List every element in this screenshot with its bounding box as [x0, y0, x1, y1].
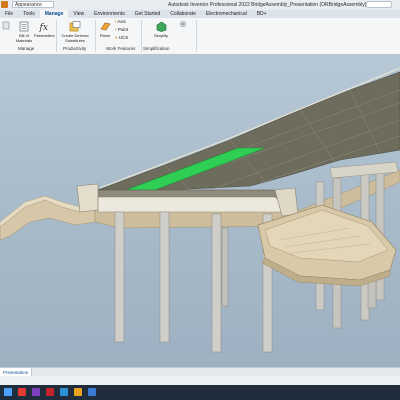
pier[interactable] [114, 211, 125, 343]
ribbon-tabs: File Tools Manage View Environments Get … [0, 10, 400, 18]
bill-of-materials-label: Bill of Materials [15, 33, 33, 43]
ribbon-panel: Bill of Materials fx Parameters Manage C… [0, 18, 400, 55]
plane-button[interactable]: Plane [97, 21, 113, 38]
point-icon: • [115, 27, 117, 32]
group-label-work-features: Work Features [106, 46, 136, 51]
plane-icon [100, 22, 110, 31]
tab-manage[interactable]: Manage [39, 10, 69, 18]
pier[interactable] [211, 213, 222, 353]
create-derived-substitutes-label: Create Derived Substitutes [61, 33, 89, 43]
windows-taskbar [0, 385, 400, 400]
group-label-productivity: Productivity [63, 46, 87, 51]
left-abutment[interactable] [76, 183, 99, 213]
tab-electromechanical[interactable]: Electromechanical [201, 10, 252, 18]
svg-text:fx: fx [39, 23, 48, 32]
bill-of-materials-icon [19, 21, 29, 32]
axis-label: Axis [117, 19, 126, 24]
window-title: Autodesk Inventor Professional 2022 Brid… [168, 2, 367, 8]
add-icon[interactable] [180, 21, 188, 27]
pier[interactable] [221, 227, 229, 307]
ucs-label: UCS [118, 35, 129, 40]
point-label: Point [117, 27, 129, 32]
tab-bd-plus[interactable]: BD+ [252, 10, 272, 18]
parameters-button[interactable]: fx Parameters [34, 21, 55, 38]
point-button[interactable]: • Point [115, 27, 128, 32]
tab-environments[interactable]: Environments [89, 10, 130, 18]
group-label-manage: Manage [18, 46, 35, 51]
parameters-fx-icon: fx [39, 23, 48, 32]
ucs-button[interactable]: ⌖ UCS [115, 35, 128, 40]
app-icon-red[interactable] [18, 388, 26, 396]
pier[interactable] [159, 211, 170, 343]
derived-substitutes-icon [69, 21, 81, 32]
app-icon-red-2[interactable] [46, 388, 54, 396]
app-icon-blue[interactable] [60, 388, 68, 396]
graphics-viewport[interactable] [0, 55, 400, 367]
group-label-simplification: Simplification [143, 46, 170, 51]
inventor-window: Appearance Autodesk Inventor Professiona… [0, 0, 400, 400]
object-icon [2, 21, 10, 30]
deck-front-face [97, 189, 291, 198]
object-button[interactable] [1, 21, 11, 31]
status-bar [0, 376, 400, 385]
ucs-icon: ⌖ [115, 35, 118, 40]
app-icon-blue-2[interactable] [88, 388, 96, 396]
app-icon-purple[interactable] [32, 388, 40, 396]
start-icon[interactable] [4, 388, 12, 396]
plane-label: Plane [99, 33, 111, 38]
bill-of-materials-button[interactable]: Bill of Materials [14, 21, 34, 43]
tab-file[interactable]: File [0, 10, 18, 18]
inventor-taskbar-icon[interactable] [74, 388, 82, 396]
tab-collaborate[interactable]: Collaborate [165, 10, 201, 18]
simplify-label: Simplify [153, 33, 168, 38]
ribbon-separator [56, 20, 57, 52]
search-field[interactable] [366, 1, 392, 8]
center-abutment[interactable] [97, 196, 283, 213]
tab-view[interactable]: View [68, 10, 89, 18]
appearance-dropdown[interactable]: Appearance [12, 1, 54, 8]
ribbon-separator [141, 20, 142, 52]
tab-tools[interactable]: Tools [18, 10, 40, 18]
simplify-icon [156, 21, 166, 32]
create-derived-substitutes-button[interactable]: Create Derived Substitutes [58, 21, 92, 43]
bridge-model-view[interactable] [0, 55, 400, 367]
simplify-button[interactable]: Simplify [150, 21, 172, 38]
parameters-label: Parameters [34, 33, 55, 38]
ribbon-separator [196, 20, 197, 52]
tab-get-started[interactable]: Get Started [130, 10, 166, 18]
axis-button[interactable]: / Axis [115, 19, 126, 24]
inventor-app-icon[interactable] [1, 1, 8, 8]
ribbon-separator [95, 20, 96, 52]
